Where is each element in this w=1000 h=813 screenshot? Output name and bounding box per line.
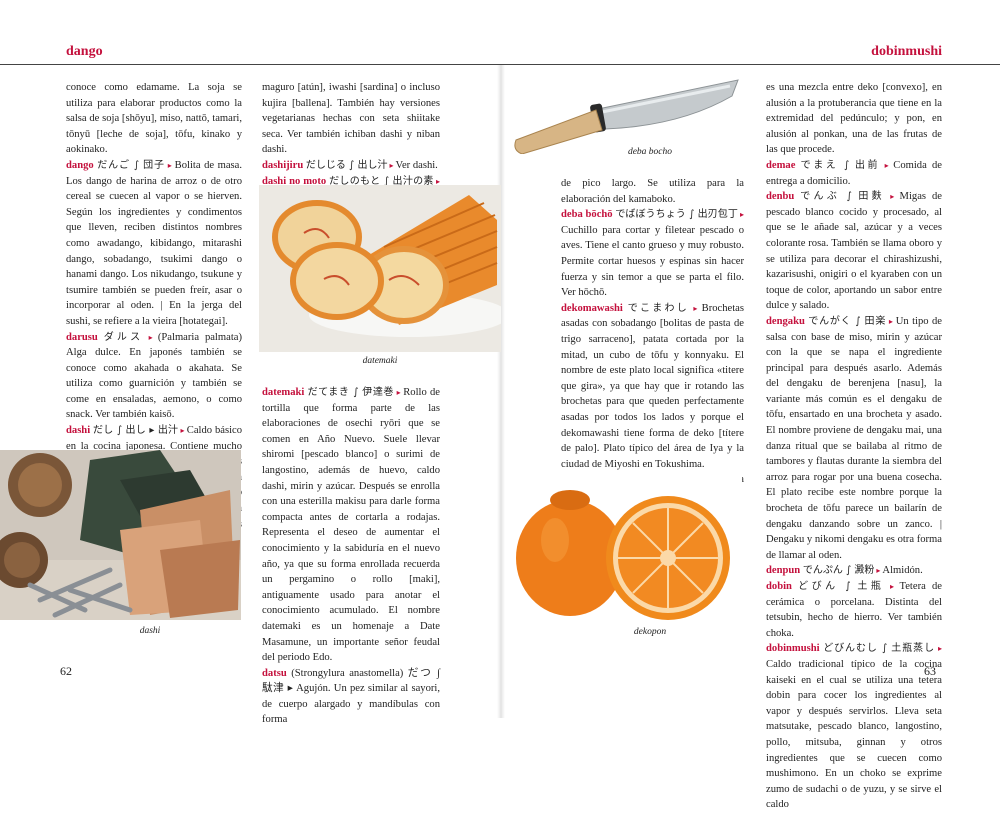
entry-definition: (Strongylura anastomella) だつ ∫ 駄津 ▸ Aguj… xyxy=(262,667,440,726)
dictionary-entry: dobin どびん ∫ 土瓶 ▸ Tetera de cerámica o po… xyxy=(766,579,942,641)
entry-headword: datemaki xyxy=(262,387,305,398)
entry-definition: Bolita de masa. Los dango de harina de a… xyxy=(66,159,243,327)
entry-headword: datsu xyxy=(262,667,287,679)
entry-definition: conoce como edamame. La soja se utiliza … xyxy=(66,82,242,156)
entry-japanese: でんぷん ∫ 澱粉 xyxy=(802,565,875,577)
entry-definition: Brochetas asadas con sobadango [bolitas … xyxy=(561,302,745,470)
running-header-left: dango xyxy=(66,44,103,59)
entry-japanese: でまえ ∫ 出前 xyxy=(800,159,881,171)
entry-japanese: ダルス xyxy=(103,331,144,343)
entry-arrow-icon: ▸ xyxy=(886,316,896,326)
entry-headword: dashijiru xyxy=(262,159,304,171)
entry-headword: dengaku xyxy=(766,315,805,327)
entry-headword: darusu xyxy=(66,331,98,343)
page-number-left: 62 xyxy=(60,664,72,678)
entry-definition: maguro [atún], iwashi [sardina] o inclus… xyxy=(262,82,440,156)
entry-arrow-icon: ▸ xyxy=(884,192,900,202)
dictionary-entry: dekomawashi でこまわし ▸ Brochetas asadas con… xyxy=(561,301,744,473)
dekopon-photo xyxy=(510,470,742,625)
dictionary-entry: dobinmushi どびんむし ∫ 土瓶蒸し ▸ Caldo tradicio… xyxy=(766,641,942,813)
entry-headword: deba bōchō xyxy=(561,209,613,221)
dictionary-entry: dashijiru だしじる ∫ 出し汁 ▸ Ver dashi. xyxy=(262,158,440,174)
entry-arrow-icon: ▸ xyxy=(143,332,158,342)
entry-arrow-icon: ▸ xyxy=(394,388,404,397)
entry-headword: dobinmushi xyxy=(766,643,820,655)
entry-japanese: だんご ∫ 団子 xyxy=(97,159,165,171)
dictionary-entry: dango だんご ∫ 団子 ▸ Bolita de masa. Los dan… xyxy=(66,158,242,330)
entry-japanese: どびん ∫ 土瓶 xyxy=(798,581,885,592)
entry-definition: es una mezcla entre deko [convexo], en a… xyxy=(766,82,942,156)
entry-arrow-icon: ▸ xyxy=(935,644,942,654)
dictionary-entry: deba bōchō でばぼうちょう ∫ 出刃包丁 ▸ Cuchillo par… xyxy=(561,207,744,301)
dictionary-entry: datsu (Strongylura anastomella) だつ ∫ 駄津 … xyxy=(262,666,440,728)
running-header-right: dobinmushi xyxy=(871,44,942,59)
dictionary-entry: conoce como edamame. La soja se utiliza … xyxy=(66,80,242,158)
dictionary-entry: de pico largo. Se utiliza para la elabor… xyxy=(561,176,744,207)
deba-bocho-photo xyxy=(510,74,742,154)
entry-japanese: でばぼうちょう ∫ 出刃包丁 xyxy=(615,209,738,221)
caption-dekopon: dekopon xyxy=(633,627,667,637)
entry-definition: Caldo tradicional típico de la cocina ka… xyxy=(766,658,942,811)
entry-headword: denbu xyxy=(766,191,795,203)
entry-definition: Cuchillo para cortar y filetear pescado … xyxy=(561,224,744,299)
entry-arrow-icon: ▸ xyxy=(178,426,187,436)
entry-japanese: でこまわし xyxy=(627,302,690,314)
entry-headword: dango xyxy=(66,159,94,171)
dictionary-entry: es una mezcla entre deko [convexo], en a… xyxy=(766,80,942,158)
entry-definition: Rollo de tortilla que forma parte de las… xyxy=(262,387,441,664)
entry-japanese: どびんむし ∫ 土瓶蒸し xyxy=(823,643,936,655)
entry-japanese: だし ∫ 出し ▸ 出汁 xyxy=(93,425,179,437)
column-4: es una mezcla entre deko [convexo], en a… xyxy=(766,80,942,813)
entry-headword: denpun xyxy=(766,565,801,577)
caption-deba-bocho: deba bocho xyxy=(627,147,673,157)
entry-definition: Un tipo de salsa con base de miso, mirin… xyxy=(766,315,942,561)
entry-arrow-icon: ▸ xyxy=(880,160,894,170)
dashi-photo xyxy=(0,450,241,620)
entry-japanese: だしじる ∫ 出し汁 xyxy=(305,159,388,171)
entry-japanese: でんぶ ∫ 田麩 xyxy=(800,191,885,203)
entry-headword: dashi xyxy=(66,425,91,437)
entry-definition: de pico largo. Se utiliza para la elabor… xyxy=(561,178,744,205)
entry-arrow-icon: ▸ xyxy=(737,210,744,220)
dictionary-entry: maguro [atún], iwashi [sardina] o inclus… xyxy=(262,80,440,158)
page-number-right: 63 xyxy=(924,664,936,678)
entry-headword: dekomawashi xyxy=(561,302,623,314)
caption-dashi: dashi xyxy=(139,626,161,636)
entry-definition: Ver dashi. xyxy=(395,159,438,171)
column-2-lower: datemaki だてまき ∫ 伊達巻 ▸ Rollo de tortilla … xyxy=(262,385,440,728)
entry-definition: (Palmaria palmata) Alga dulce. En japoné… xyxy=(66,331,242,421)
entry-definition: Almidón. xyxy=(882,565,923,577)
entry-arrow-icon: ▸ xyxy=(164,160,175,170)
dictionary-entry: darusu ダルス ▸ (Palmaria palmata) Alga dul… xyxy=(66,330,242,424)
dictionary-entry: dengaku でんがく ∫ 田楽 ▸ Un tipo de salsa con… xyxy=(766,314,942,564)
book-spine-shadow xyxy=(497,65,505,718)
dictionary-entry: denbu でんぶ ∫ 田麩 ▸ Migas de pescado blanco… xyxy=(766,189,942,314)
dictionary-entry: demae でまえ ∫ 出前 ▸ Comida de entrega a dom… xyxy=(766,158,942,189)
entry-headword: dobin xyxy=(766,581,792,592)
entry-japanese: でんがく ∫ 田楽 xyxy=(808,315,887,327)
dictionary-entry: datemaki だてまき ∫ 伊達巻 ▸ Rollo de tortilla … xyxy=(262,385,440,666)
dictionary-entry: denpun でんぷん ∫ 澱粉 ▸ Almidón. xyxy=(766,563,942,579)
entry-headword: demae xyxy=(766,159,796,171)
entry-japanese: だてまき ∫ 伊達巻 xyxy=(307,387,395,398)
caption-datemaki: datemaki xyxy=(362,356,398,366)
entry-arrow-icon: ▸ xyxy=(884,582,900,591)
entry-arrow-icon: ▸ xyxy=(689,303,702,313)
datemaki-photo xyxy=(259,185,501,352)
column-3: de pico largo. Se utiliza para la elabor… xyxy=(561,176,744,503)
entry-definition: Migas de pescado blanco cocido y procesa… xyxy=(766,191,942,312)
